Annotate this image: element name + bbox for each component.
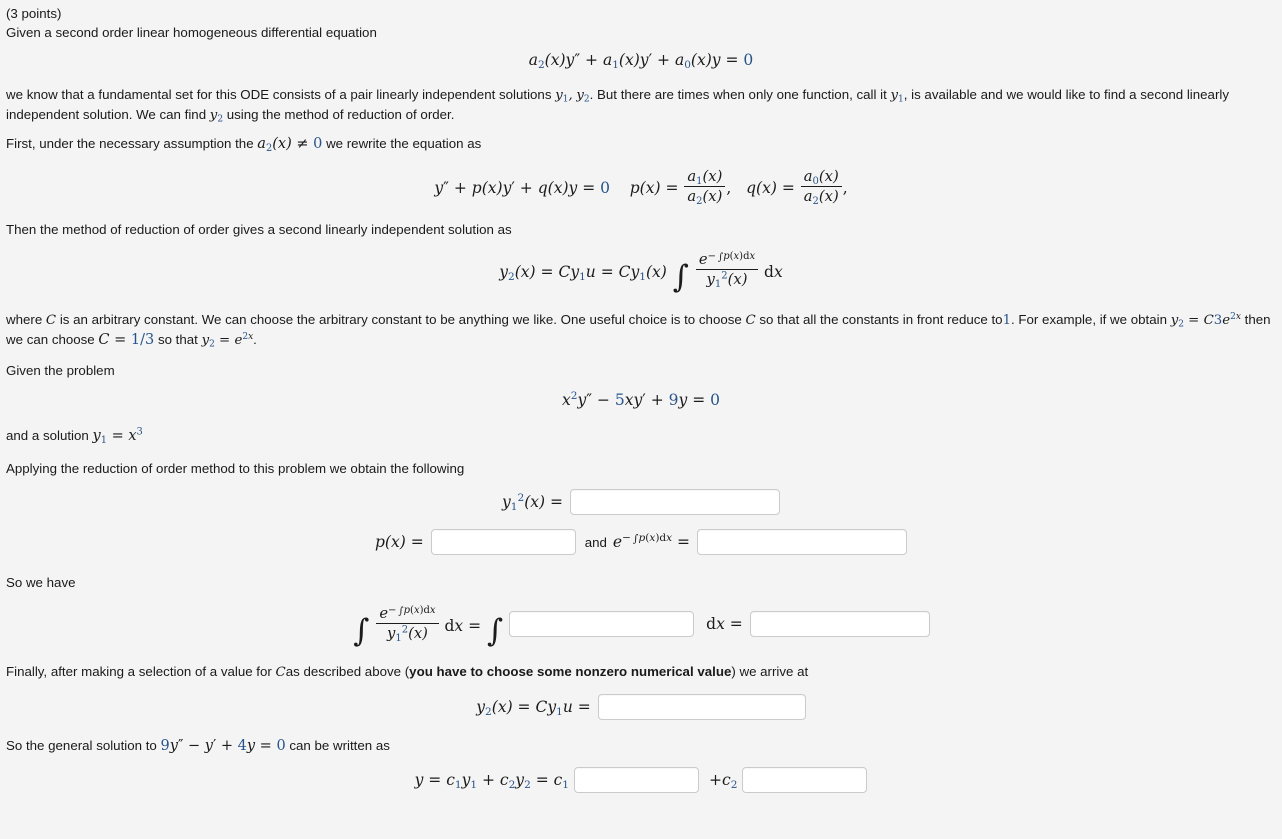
integral-row: ∫ e− ∫p(x)dx y12(x) dx = ∫ dx = <box>0 604 1282 649</box>
given-solution-line: and a solution y1 = x3 <box>6 426 143 446</box>
intro-line: Given a second order linear homogeneous … <box>6 25 377 40</box>
px-input[interactable] <box>430 529 576 555</box>
finally-text-c: ) we arrive at <box>731 664 809 679</box>
method-line: Then the method of reduction of order gi… <box>6 222 512 237</box>
finally-text-b: as described above ( <box>285 664 410 679</box>
constant-text-a: where <box>6 312 43 327</box>
y1-squared-row: y12(x) = <box>0 489 1282 515</box>
general-solution-text-a: So the general solution to <box>6 738 157 753</box>
and-a-solution-text: and a solution <box>6 428 89 443</box>
constant-text-h: . <box>253 332 257 348</box>
constant-text-g: so that <box>157 332 198 348</box>
points-label: (3 points) <box>6 6 62 21</box>
constant-text-e: then <box>1244 312 1271 327</box>
exponential-label: e− ∫p(x)dx = <box>612 532 691 551</box>
y2-row: y2(x) = Cy1u = <box>0 694 1282 720</box>
integral-result-input[interactable] <box>749 610 930 637</box>
applying-line: Applying the reduction of order method t… <box>6 461 465 476</box>
assumption-text-b: we rewrite the equation as <box>326 136 482 151</box>
so-we-have-label: So we have <box>6 575 76 590</box>
fundamental-set-paragraph: we know that a fundamental set for this … <box>6 87 1229 125</box>
y1-squared-label: y12(x) = <box>502 492 563 513</box>
arbitrary-constant-paragraph: where C is an arbitrary constant. We can… <box>6 312 1271 350</box>
final-answer-row: y = c1y1 + c2y2 = c1 +c2 <box>0 767 1282 793</box>
exponential-input[interactable] <box>697 529 908 555</box>
c1-term-label: y = c1y1 + c2y2 = c1 <box>414 771 569 791</box>
y2-label: y2(x) = Cy1u = <box>476 698 591 718</box>
general-ode-equation: a2(x)y″ + a1(x)y′ + a0(x)y = 0 <box>528 51 754 71</box>
y1-squared-input[interactable] <box>569 489 780 515</box>
constant-text-f: we can choose <box>6 332 95 348</box>
finally-text-a: Finally, after making a selection of a v… <box>6 664 272 679</box>
integrand-input[interactable] <box>509 610 695 637</box>
y2-input[interactable] <box>597 694 806 720</box>
general-solution-text-b: can be written as <box>289 738 390 753</box>
c2-term-label: +c2 <box>709 771 738 791</box>
problem-ode-equation: x2y″ − 5xy′ + 9y = 0 <box>562 390 720 409</box>
integral-expression-label: ∫ e− ∫p(x)dx y12(x) dx = ∫ <box>353 604 504 649</box>
given-problem-label: Given the problem <box>6 363 115 378</box>
dx-equals-label: dx = <box>706 614 743 633</box>
px-label: p(x) = <box>374 533 424 551</box>
standard-form-equation: y″ + p(x)y′ + q(x)y = 0 p(x) = a1(x) a2(x… <box>434 168 848 207</box>
fundamental-set-text-d: independent solution. We can find <box>6 107 207 123</box>
assumption-paragraph: First, under the necessary assumption th… <box>6 136 482 154</box>
c2-coefficient-input[interactable] <box>742 767 868 793</box>
assumption-text-a: First, under the necessary assumption th… <box>6 136 254 151</box>
constant-text-c: so that all the constants in front reduc… <box>759 312 1003 327</box>
constant-text-d: . For example, if we obtain <box>1011 312 1167 327</box>
general-solution-line: So the general solution to 9y″ − y′ + 4y… <box>6 738 390 754</box>
constant-text-b: is an arbitrary constant. We can choose … <box>59 312 742 327</box>
problem-page: (3 points) Given a second order linear h… <box>0 0 1282 839</box>
px-and-exponential-row: p(x) = and e− ∫p(x)dx = <box>0 529 1282 555</box>
reduction-formula-equation: y2(x) = Cy1u = Cy1(x) ∫ e− ∫p(x)dx y12(x… <box>499 250 783 295</box>
finally-paragraph: Finally, after making a selection of a v… <box>6 664 809 680</box>
fundamental-set-text-b: . But there are times when only one func… <box>589 87 887 102</box>
and-connector-label: and <box>584 534 607 550</box>
finally-bold-text: you have to choose some nonzero numerica… <box>409 664 732 679</box>
c1-coefficient-input[interactable] <box>574 767 699 793</box>
fundamental-set-text-a: we know that a fundamental set for this … <box>6 87 552 102</box>
fundamental-set-text-c: , is available and we would like to find… <box>903 87 1229 102</box>
fundamental-set-text-e: using the method of reduction of order. <box>226 107 455 123</box>
